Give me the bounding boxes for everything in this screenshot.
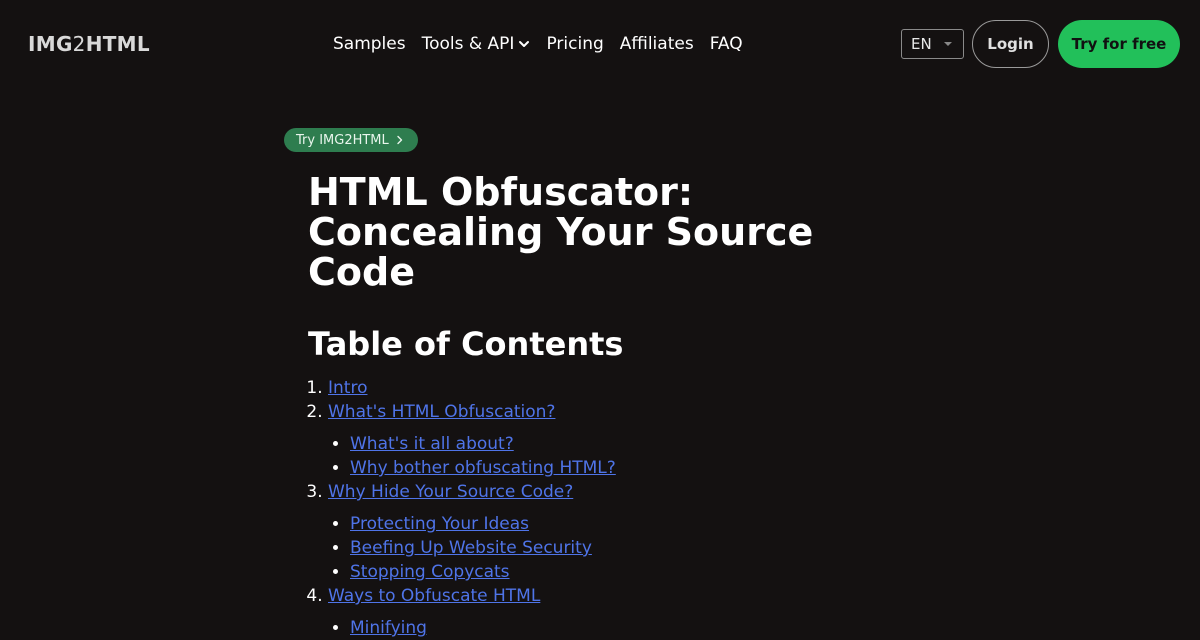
toc-item: Ways to Obfuscate HTML Minifying xyxy=(328,584,848,640)
table-of-contents: Intro What's HTML Obfuscation? What's it… xyxy=(308,376,848,640)
toc-link-why-bother[interactable]: Why bother obfuscating HTML? xyxy=(350,458,616,478)
toc-item: Intro xyxy=(328,376,848,400)
pill-label: Try IMG2HTML xyxy=(296,132,389,148)
logo[interactable]: IMG2HTML xyxy=(28,31,150,57)
nav-tools-api[interactable]: Tools & API xyxy=(422,31,531,57)
toc-link-minifying[interactable]: Minifying xyxy=(350,618,427,638)
toc-heading: Table of Contents xyxy=(308,325,624,363)
toc-link-stopping-copycats[interactable]: Stopping Copycats xyxy=(350,562,510,582)
page-title: HTML Obfuscator: Concealing Your Source … xyxy=(308,170,814,294)
toc-sublist: Minifying xyxy=(328,616,848,640)
top-navigation-bar: IMG2HTML Samples Tools & API Pricing Aff… xyxy=(0,0,1200,88)
toc-sublist: What's it all about? Why bother obfuscat… xyxy=(328,432,848,480)
language-value: EN xyxy=(911,35,932,53)
toc-link-website-security[interactable]: Beefing Up Website Security xyxy=(350,538,592,558)
toc-subitem: Minifying xyxy=(350,616,848,640)
toc-subitem: Beefing Up Website Security xyxy=(350,536,848,560)
toc-subitem: Stopping Copycats xyxy=(350,560,848,584)
toc-link-whats-it-all-about[interactable]: What's it all about? xyxy=(350,434,514,454)
nav-tools-api-label: Tools & API xyxy=(421,34,515,54)
nav-pricing[interactable]: Pricing xyxy=(546,31,603,57)
toc-item: What's HTML Obfuscation? What's it all a… xyxy=(328,400,848,480)
chevron-right-icon xyxy=(397,135,402,145)
nav-samples[interactable]: Samples xyxy=(333,31,406,57)
caret-down-icon xyxy=(944,42,952,46)
try-for-free-button[interactable]: Try for free xyxy=(1058,20,1180,68)
toc-link-intro[interactable]: Intro xyxy=(328,378,367,398)
login-button[interactable]: Login xyxy=(972,20,1049,68)
logo-text-img: IMG xyxy=(28,32,73,56)
logo-text-2: 2 xyxy=(72,32,86,56)
toc-link-why-hide-source[interactable]: Why Hide Your Source Code? xyxy=(328,482,573,502)
toc-link-whats-html-obfuscation[interactable]: What's HTML Obfuscation? xyxy=(328,402,555,422)
try-img2html-pill[interactable]: Try IMG2HTML xyxy=(284,128,418,152)
main-nav: Samples Tools & API Pricing Affiliates F… xyxy=(333,31,759,57)
toc-sublist: Protecting Your Ideas Beefing Up Website… xyxy=(328,512,848,584)
nav-affiliates[interactable]: Affiliates xyxy=(620,31,694,57)
toc-subitem: What's it all about? xyxy=(350,432,848,456)
language-select[interactable]: EN xyxy=(901,29,964,59)
article-content: HTML Obfuscator: Concealing Your Source … xyxy=(308,172,848,640)
nav-faq[interactable]: FAQ xyxy=(710,31,743,57)
toc-link-protecting-ideas[interactable]: Protecting Your Ideas xyxy=(350,514,529,534)
toc-link-ways-to-obfuscate[interactable]: Ways to Obfuscate HTML xyxy=(328,586,540,606)
toc-subitem: Protecting Your Ideas xyxy=(350,512,848,536)
logo-text-html: HTML xyxy=(85,32,150,56)
toc-item: Why Hide Your Source Code? Protecting Yo… xyxy=(328,480,848,584)
chevron-down-icon xyxy=(519,41,530,47)
toc-subitem: Why bother obfuscating HTML? xyxy=(350,456,848,480)
